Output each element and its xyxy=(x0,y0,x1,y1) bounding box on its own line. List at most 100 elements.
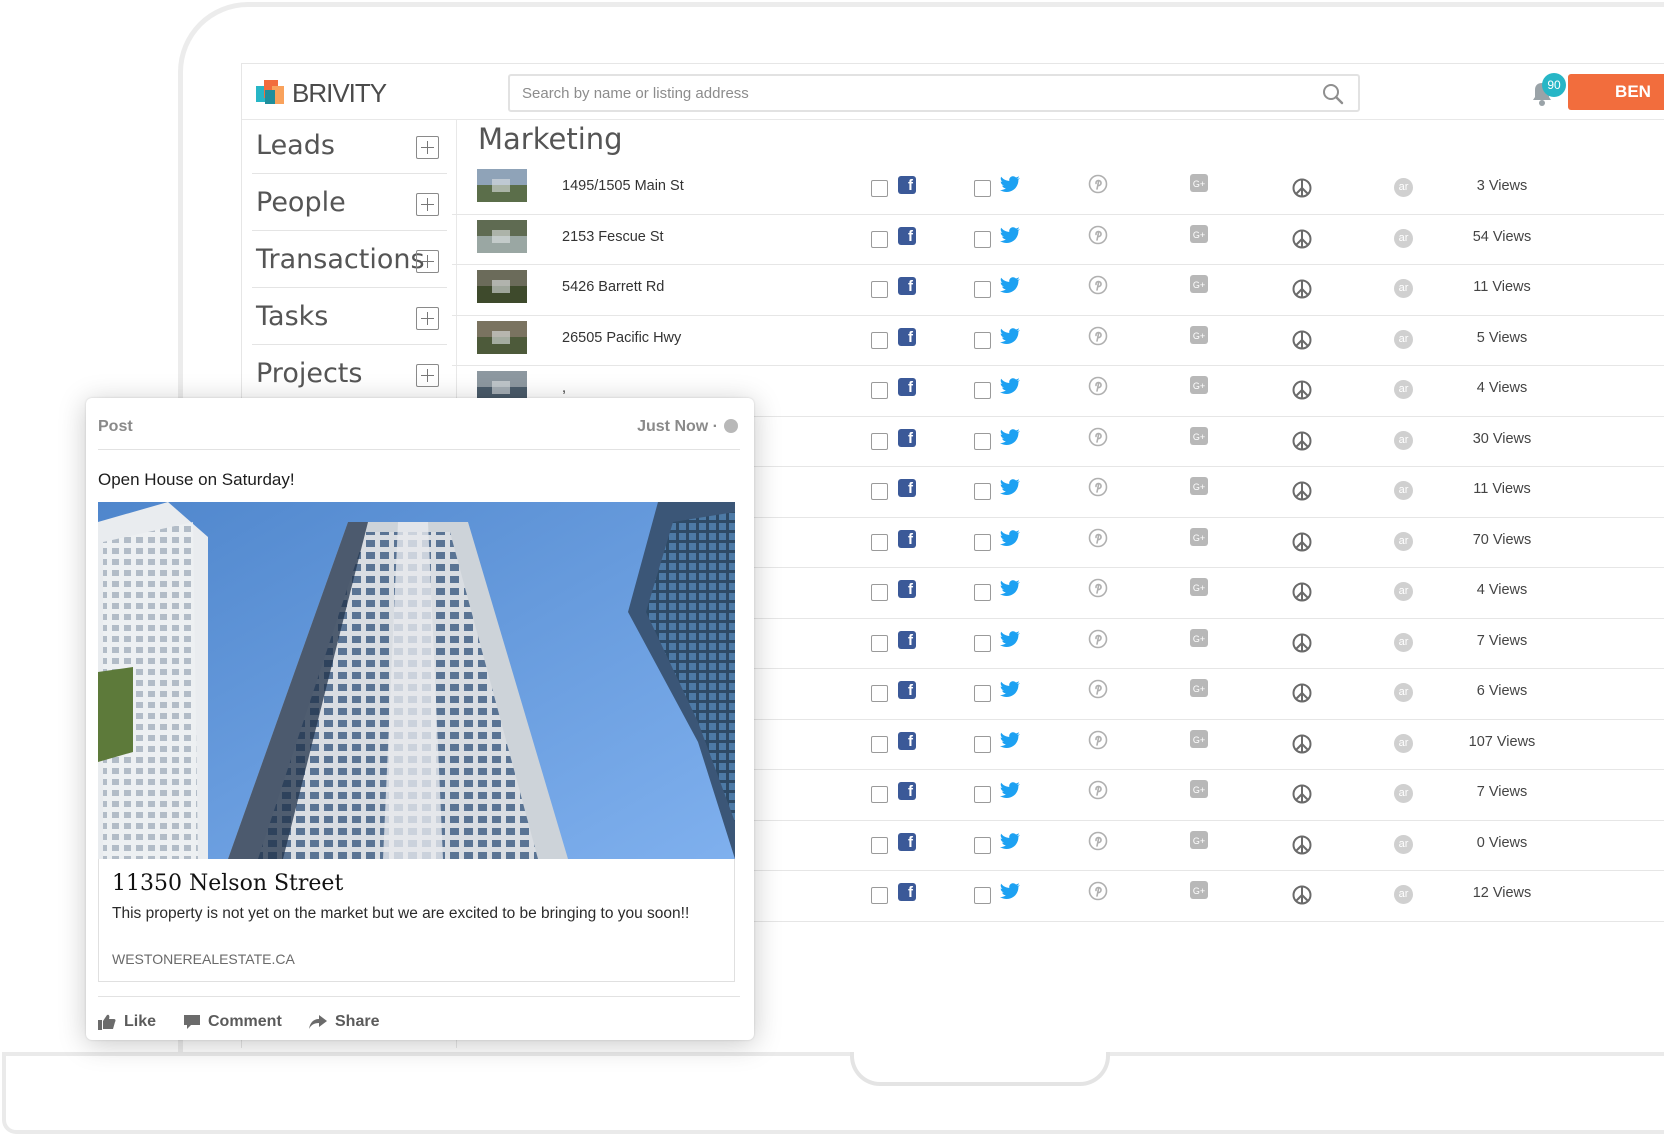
facebook-checkbox[interactable] xyxy=(871,331,888,349)
sidebar-item-leads[interactable]: Leads xyxy=(252,120,447,174)
search-icon[interactable] xyxy=(1322,83,1344,105)
sidebar-item-label: Transactions xyxy=(256,244,425,275)
listing-thumbnail[interactable] xyxy=(477,169,527,202)
svg-text:G+: G+ xyxy=(1193,785,1205,795)
svg-text:G+: G+ xyxy=(1193,836,1205,846)
post-header: Post Just Now · xyxy=(98,398,740,450)
ar-icon: ar xyxy=(1394,430,1413,450)
table-row[interactable]: 26505 Pacific Hwy f G+ ar 5 Views xyxy=(452,316,1664,366)
twitter-icon xyxy=(1000,580,1020,596)
twitter-checkbox[interactable] xyxy=(974,331,991,349)
facebook-checkbox[interactable] xyxy=(871,786,888,803)
facebook-checkbox[interactable] xyxy=(871,230,888,248)
facebook-checkbox[interactable] xyxy=(871,836,888,854)
facebook-checkbox[interactable] xyxy=(871,180,888,197)
ar-icon: ar xyxy=(1394,582,1413,601)
link-preview[interactable]: 11350 Nelson Street This property is not… xyxy=(98,859,735,982)
svg-text:G+: G+ xyxy=(1193,482,1205,492)
listing-thumbnail[interactable] xyxy=(477,270,527,303)
user-menu-button[interactable]: BEN xyxy=(1568,74,1664,110)
listing-address[interactable]: 26505 Pacific Hwy xyxy=(562,330,681,346)
add-task-button[interactable] xyxy=(416,307,439,330)
twitter-checkbox[interactable] xyxy=(974,180,991,197)
table-row[interactable]: 5426 Barrett Rd f G+ ar 11 Views xyxy=(452,265,1664,316)
logo[interactable]: BRIVITY xyxy=(256,78,387,108)
ar-icon: ar xyxy=(1394,632,1413,652)
view-count: 107 Views xyxy=(1468,733,1536,750)
post-label: Post xyxy=(98,418,133,435)
pinterest-icon xyxy=(1088,427,1108,446)
listing-address[interactable]: 1495/1505 Main St xyxy=(562,178,684,194)
pinterest-icon xyxy=(1088,477,1108,497)
twitter-checkbox[interactable] xyxy=(974,432,991,450)
like-button[interactable]: Like xyxy=(98,1011,156,1033)
link-description: This property is not yet on the market b… xyxy=(112,905,690,922)
twitter-icon xyxy=(1000,529,1020,546)
add-person-button[interactable] xyxy=(416,193,439,216)
ar-icon: ar xyxy=(1394,531,1413,551)
pinterest-icon xyxy=(1088,730,1108,749)
pinterest-icon xyxy=(1088,528,1108,547)
building-photo[interactable] xyxy=(98,502,735,859)
listing-thumbnail[interactable] xyxy=(477,219,527,253)
sidebar-item-label: Tasks xyxy=(256,301,329,332)
facebook-checkbox[interactable] xyxy=(871,634,888,652)
add-project-button[interactable] xyxy=(416,364,439,387)
listing-thumbnail[interactable] xyxy=(477,320,527,354)
search-box[interactable] xyxy=(508,74,1360,112)
twitter-checkbox[interactable] xyxy=(974,836,991,854)
sidebar-item-transactions[interactable]: Transactions xyxy=(252,234,447,288)
twitter-checkbox[interactable] xyxy=(974,634,991,652)
twitter-checkbox[interactable] xyxy=(974,685,991,702)
share-button[interactable]: Share xyxy=(309,1011,379,1033)
ar-icon: ar xyxy=(1394,683,1413,702)
facebook-checkbox[interactable] xyxy=(871,432,888,450)
add-lead-button[interactable] xyxy=(416,136,439,159)
twitter-checkbox[interactable] xyxy=(974,533,991,551)
twitter-checkbox[interactable] xyxy=(974,483,991,500)
svg-text:G+: G+ xyxy=(1193,634,1205,644)
facebook-checkbox[interactable] xyxy=(871,533,888,551)
twitter-checkbox[interactable] xyxy=(974,887,991,904)
facebook-checkbox[interactable] xyxy=(871,685,888,702)
ar-icon: ar xyxy=(1394,481,1413,500)
twitter-checkbox[interactable] xyxy=(974,735,991,753)
search-input[interactable] xyxy=(522,76,1302,110)
sidebar-item-label: People xyxy=(256,187,346,218)
twitter-checkbox[interactable] xyxy=(974,281,991,298)
facebook-icon: f xyxy=(898,731,916,750)
listing-address[interactable]: 2153 Fescue St xyxy=(562,229,664,245)
sidebar-item-label: Leads xyxy=(256,130,335,161)
listing-address[interactable]: , xyxy=(562,380,566,396)
twitter-icon xyxy=(1000,378,1020,394)
peace-sign-icon xyxy=(1292,633,1312,652)
twitter-checkbox[interactable] xyxy=(974,584,991,601)
twitter-checkbox[interactable] xyxy=(974,382,991,399)
twitter-icon xyxy=(1000,327,1020,344)
listing-address[interactable]: 5426 Barrett Rd xyxy=(562,279,664,295)
facebook-checkbox[interactable] xyxy=(871,584,888,601)
add-transaction-button[interactable] xyxy=(416,250,439,273)
facebook-checkbox[interactable] xyxy=(871,281,888,298)
page-title: Marketing xyxy=(478,122,623,156)
link-title: 11350 Nelson Street xyxy=(112,871,344,896)
twitter-checkbox[interactable] xyxy=(974,786,991,803)
sidebar-item-people[interactable]: People xyxy=(252,177,447,231)
facebook-checkbox[interactable] xyxy=(871,887,888,904)
pinterest-icon xyxy=(1088,831,1108,850)
comment-button[interactable]: Comment xyxy=(184,1011,282,1033)
peace-sign-icon xyxy=(1292,178,1312,198)
sidebar-item-tasks[interactable]: Tasks xyxy=(252,291,447,345)
table-row[interactable]: 1495/1505 Main St f G+ ar 3 Views xyxy=(452,164,1664,215)
ar-icon: ar xyxy=(1394,279,1413,298)
peace-sign-icon xyxy=(1292,431,1312,450)
twitter-checkbox[interactable] xyxy=(974,230,991,248)
ar-icon: ar xyxy=(1394,380,1413,399)
table-row[interactable]: 2153 Fescue St f G+ ar 54 Views xyxy=(452,215,1664,265)
facebook-checkbox[interactable] xyxy=(871,735,888,753)
facebook-checkbox[interactable] xyxy=(871,382,888,399)
google-plus-icon: G+ xyxy=(1190,477,1208,495)
facebook-checkbox[interactable] xyxy=(871,483,888,500)
pinterest-icon xyxy=(1088,376,1108,396)
sidebar-item-projects[interactable]: Projects xyxy=(252,348,447,402)
